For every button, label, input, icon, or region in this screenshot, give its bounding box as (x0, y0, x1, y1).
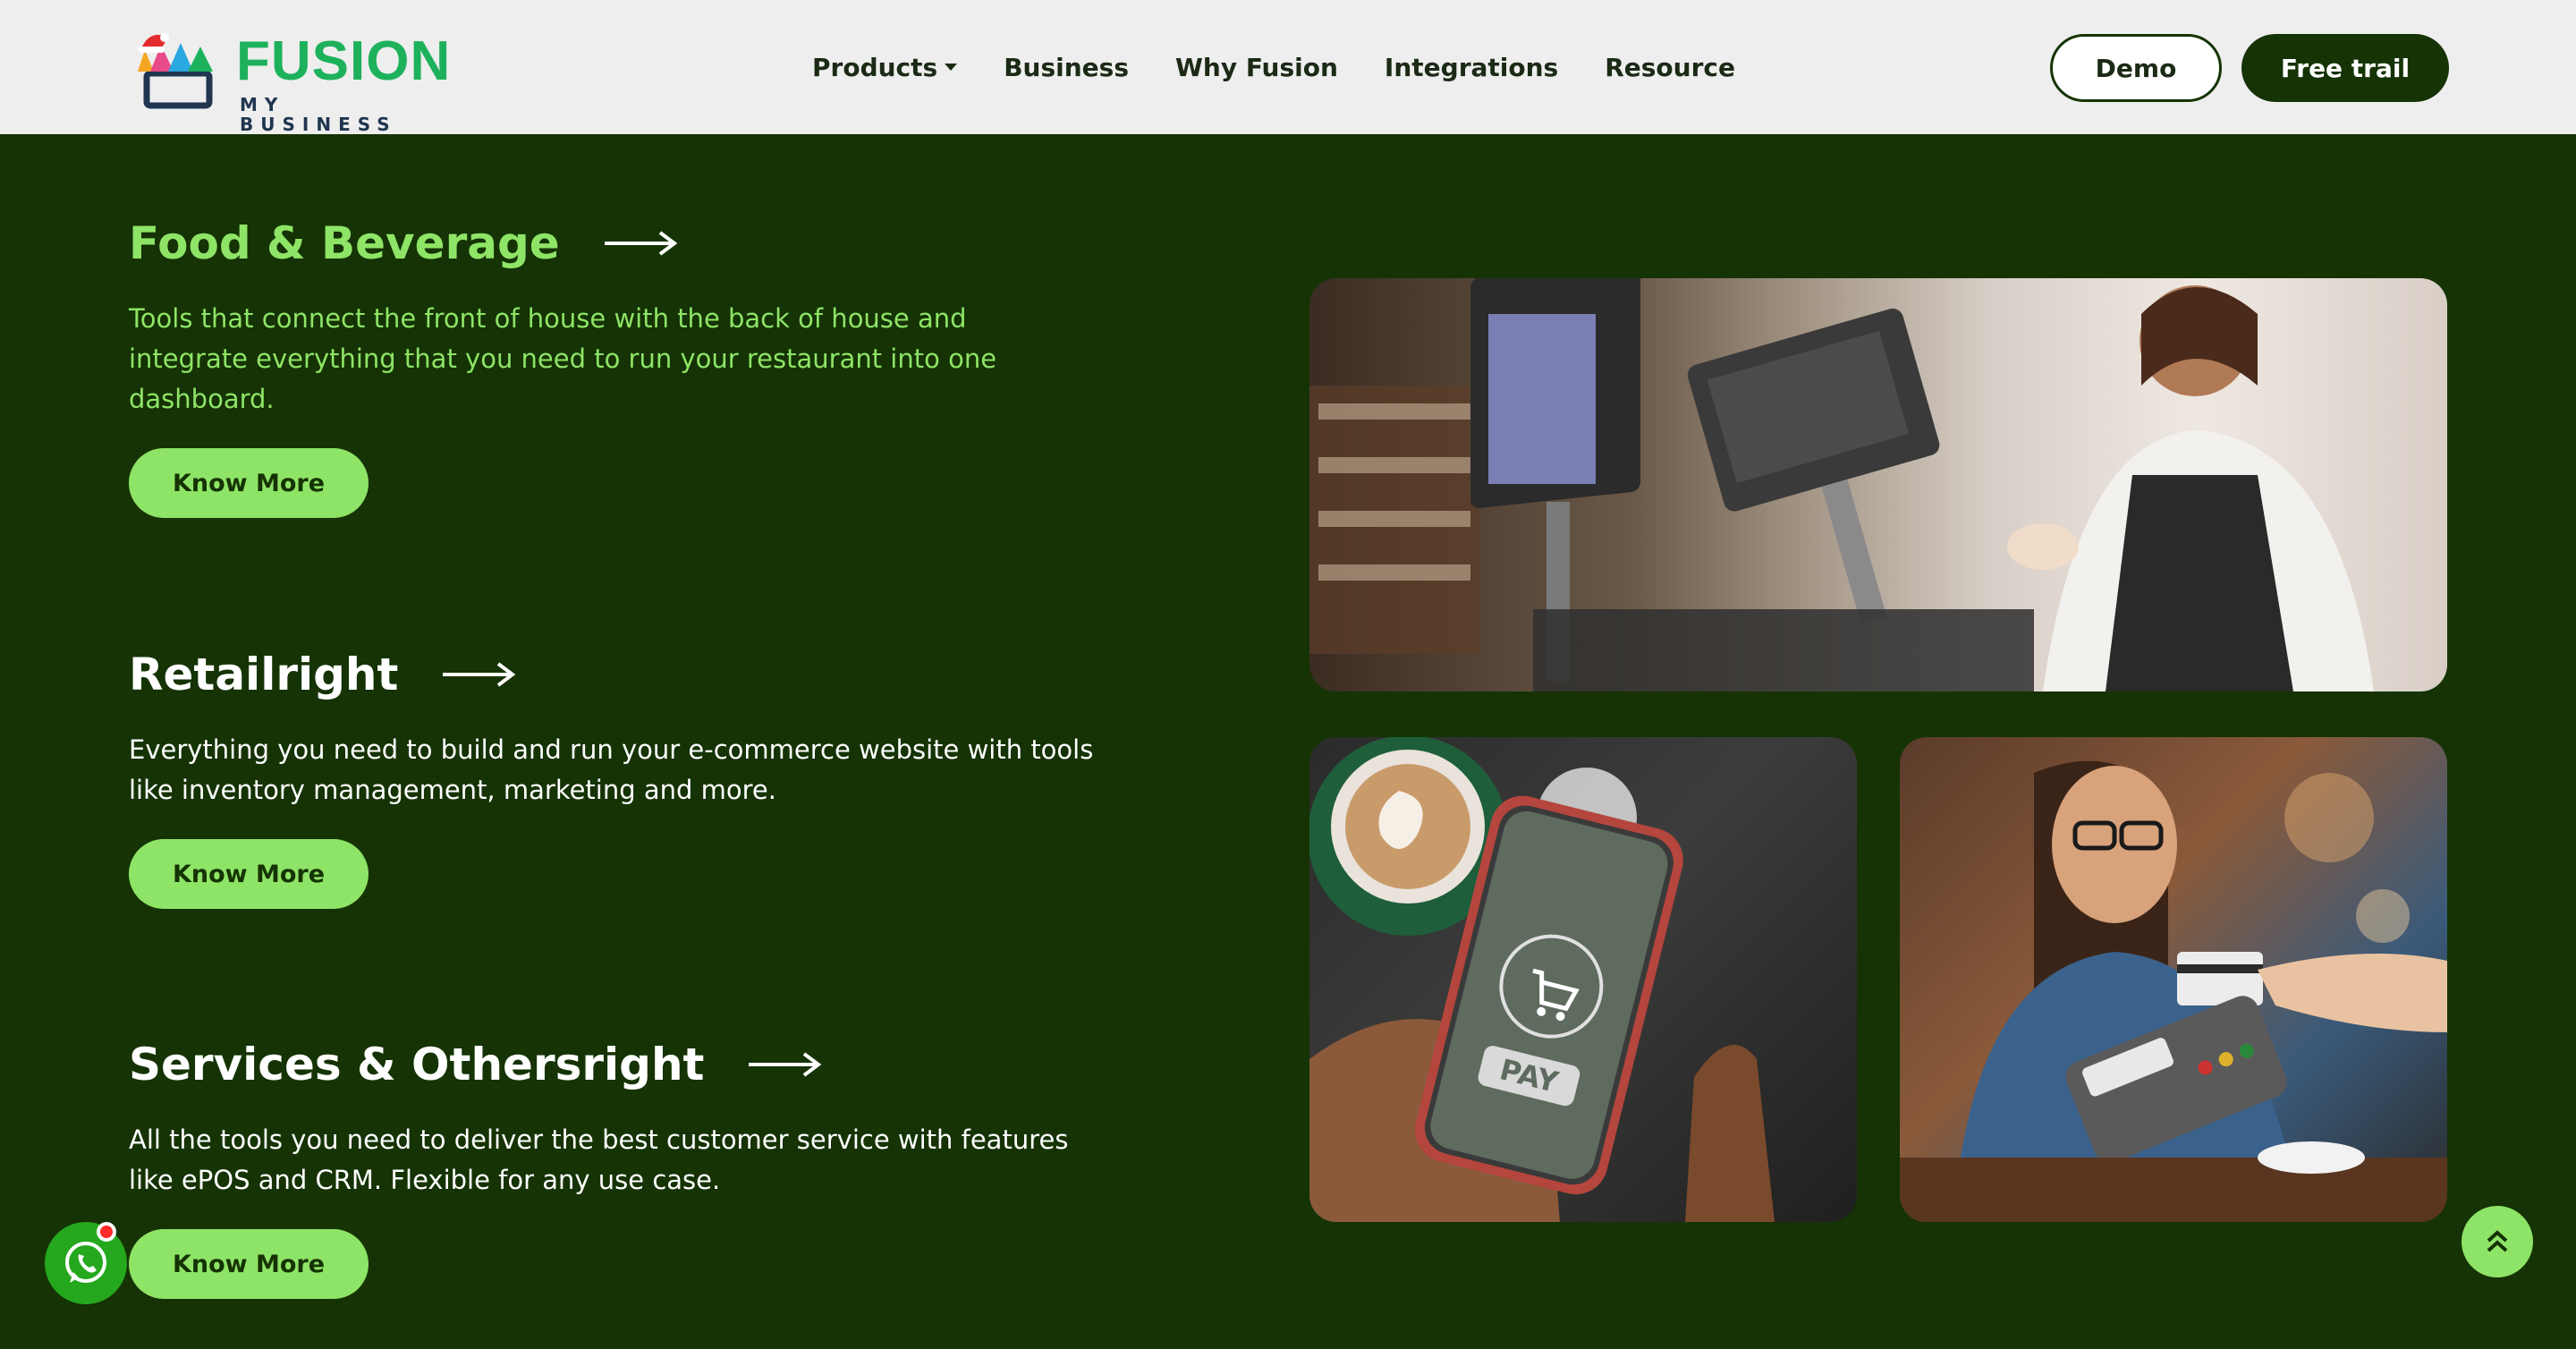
know-more-button[interactable]: Know More (129, 448, 369, 518)
section-retailright: Retailright Everything you need to build… (129, 648, 1095, 909)
card-payment-image (1900, 737, 2447, 1222)
double-chevron-up-icon (2487, 1230, 2508, 1252)
mobile-pay-photo: PAY (1309, 737, 1775, 1222)
nav-why-fusion[interactable]: Why Fusion (1175, 53, 1338, 82)
mobile-pay-image: PAY (1309, 737, 1857, 1222)
arrow-right-icon (749, 1052, 822, 1077)
section-title[interactable]: Services & Othersright (129, 1038, 1095, 1091)
section-title-text: Retailright (129, 649, 399, 700)
whatsapp-icon (65, 1242, 106, 1283)
section-title-text: Food & Beverage (129, 217, 560, 269)
brand-logo[interactable]: FUSION MY BUSINESS (132, 21, 454, 134)
section-food-beverage: Food & Beverage Tools that connect the f… (129, 216, 1095, 518)
section-services-others: Services & Othersright All the tools you… (129, 1038, 1095, 1299)
card-payment-photo (1900, 760, 2447, 1222)
section-title-text: Services & Othersright (129, 1039, 705, 1090)
main-nav: Products Business Why Fusion Integration… (812, 47, 1782, 88)
arrow-right-icon (604, 231, 678, 256)
nav-business[interactable]: Business (1004, 53, 1129, 82)
section-description: Everything you need to build and run you… (129, 734, 1094, 805)
logo-wordmark: FUSION (236, 30, 452, 92)
demo-button[interactable]: Demo (2050, 34, 2222, 102)
notification-dot (97, 1222, 116, 1242)
section-title[interactable]: Retailright (129, 648, 1095, 701)
section-description: Tools that connect the front of house wi… (129, 303, 997, 414)
logo-tagline: MY BUSINESS (240, 94, 397, 135)
pos-counter-image (1309, 278, 2447, 691)
section-title[interactable]: Food & Beverage (129, 216, 1095, 270)
chevron-down-icon (945, 64, 958, 71)
pos-terminal-photo (1309, 278, 2374, 691)
nav-products-label: Products (812, 52, 938, 82)
site-header: FUSION MY BUSINESS Products Business Why… (0, 0, 2576, 134)
nav-resource[interactable]: Resource (1605, 53, 1735, 82)
section-description: All the tools you need to deliver the be… (129, 1124, 1069, 1195)
know-more-button[interactable]: Know More (129, 839, 369, 909)
scroll-to-top-button[interactable] (2462, 1206, 2533, 1277)
nav-products[interactable]: Products (812, 52, 958, 82)
arrow-right-icon (443, 662, 516, 687)
know-more-button[interactable]: Know More (129, 1229, 369, 1299)
logo-icon (138, 33, 213, 109)
free-trial-button[interactable]: Free trail (2241, 34, 2449, 102)
nav-integrations[interactable]: Integrations (1385, 53, 1558, 82)
